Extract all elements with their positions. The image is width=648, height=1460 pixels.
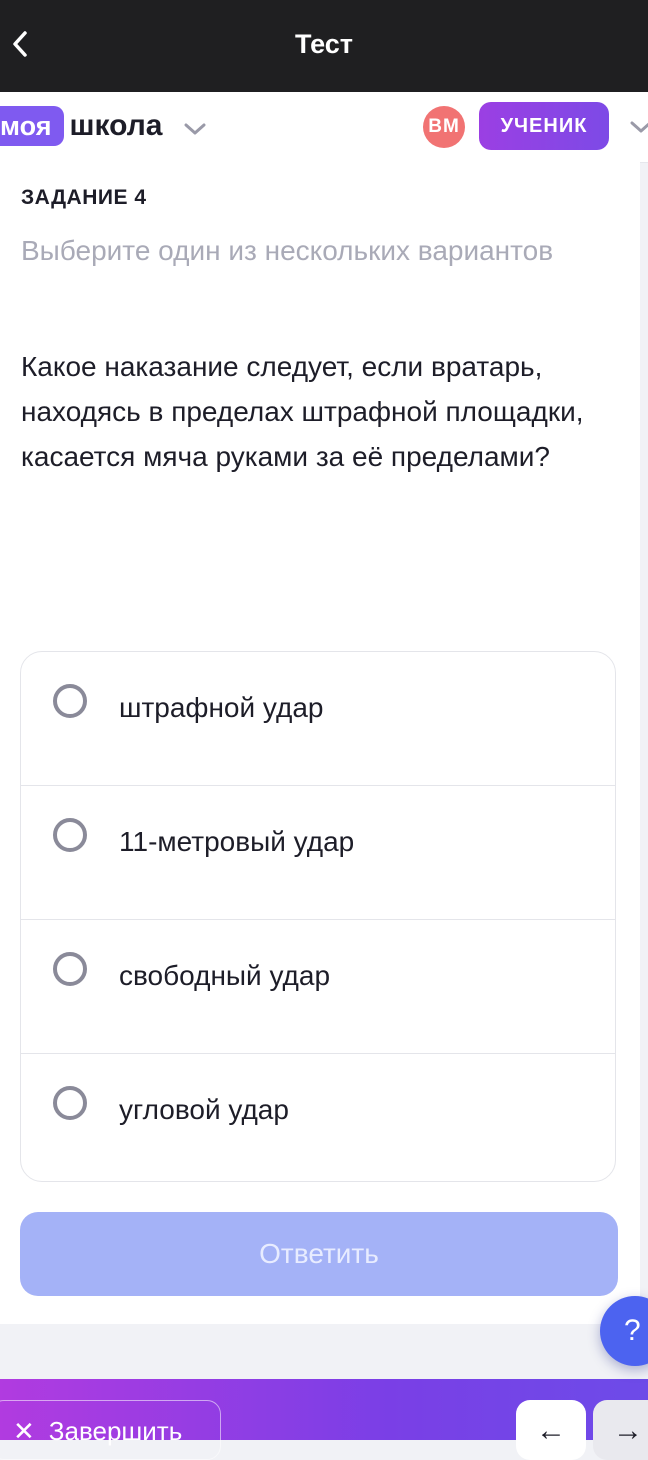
prev-button[interactable]: ← — [516, 1400, 586, 1460]
option-label: свободный удар — [119, 960, 331, 991]
chevron-down-icon[interactable] — [630, 120, 648, 134]
option-label: угловой удар — [119, 1094, 289, 1125]
question-mark-icon: ? — [624, 1314, 641, 1347]
role-button[interactable]: УЧЕНИК — [479, 102, 609, 150]
top-bar: Тест — [0, 0, 648, 92]
avatar[interactable]: ВМ — [423, 106, 465, 148]
radio-button[interactable] — [53, 1086, 87, 1120]
question-text: Какое наказание следует, если вратарь, н… — [21, 351, 584, 472]
task-hint: Выберите один из нескольких вариантов — [21, 235, 554, 266]
arrow-right-icon: → — [613, 1414, 643, 1447]
school-logo[interactable]: моя школа — [0, 106, 206, 146]
arrow-left-icon: ← — [536, 1414, 566, 1447]
logo-badge: моя — [0, 106, 64, 146]
submit-button[interactable]: Ответить — [20, 1212, 618, 1296]
radio-button[interactable] — [53, 818, 87, 852]
page-title: Тест — [294, 29, 354, 59]
radio-button[interactable] — [53, 952, 87, 986]
option-item[interactable]: угловой удар — [21, 1054, 615, 1181]
option-label: 11-метровый удар — [119, 826, 355, 857]
close-icon: ✕ — [13, 1416, 35, 1446]
option-item[interactable]: 11-метровый удар — [21, 786, 615, 920]
option-label: штрафной удар — [119, 692, 324, 723]
option-item[interactable]: штрафной удар — [21, 652, 615, 786]
next-button[interactable]: → — [593, 1400, 648, 1460]
finish-button[interactable]: ✕ Завершить — [0, 1400, 221, 1460]
finish-label: Завершить — [48, 1416, 183, 1446]
chevron-down-icon[interactable] — [184, 122, 206, 136]
logo-text: школа — [69, 109, 163, 142]
task-number: ЗАДАНИЕ 4 — [21, 186, 147, 209]
radio-button[interactable] — [53, 684, 87, 718]
options-list: штрафной удар 11-метровый удар свободный… — [20, 651, 616, 1182]
option-item[interactable]: свободный удар — [21, 920, 615, 1054]
